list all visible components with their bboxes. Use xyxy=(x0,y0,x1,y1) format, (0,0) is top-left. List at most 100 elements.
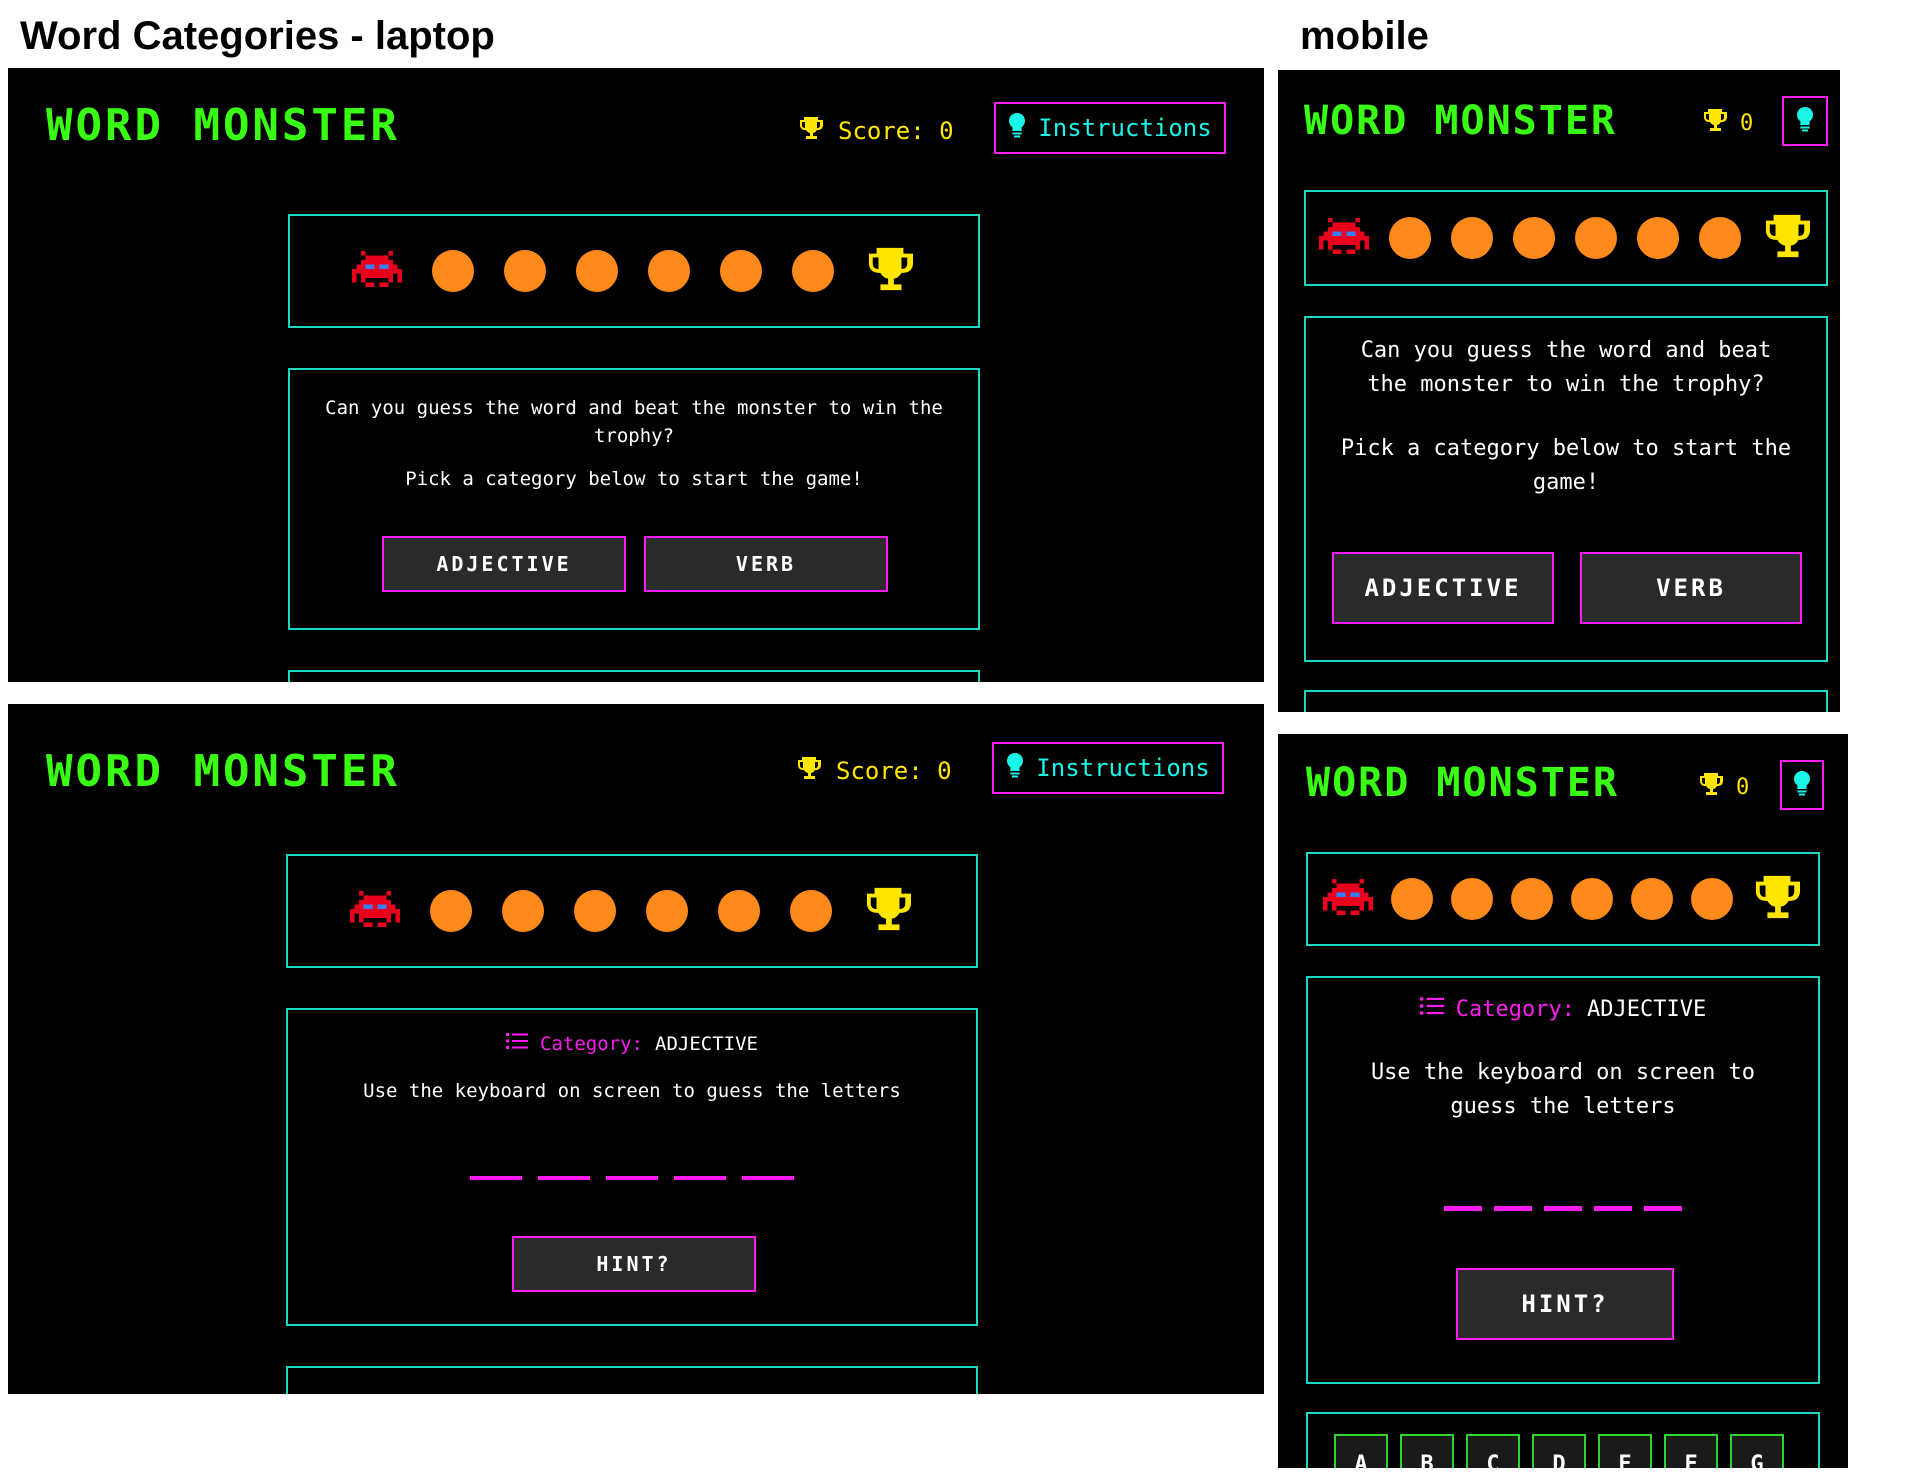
start-instruction-line-2: game! xyxy=(1532,470,1600,495)
pellet xyxy=(1699,217,1741,259)
list-icon xyxy=(506,1032,529,1055)
pellet xyxy=(1513,217,1555,259)
progress-track xyxy=(1304,190,1828,286)
lightbulb-icon xyxy=(1793,770,1811,800)
game-instruction: Use the keyboard on screen to guess the … xyxy=(363,1080,901,1102)
score-label: Score: 0 xyxy=(836,757,952,785)
app-logo: WORD MONSTER xyxy=(1304,98,1617,144)
trophy-icon xyxy=(1698,772,1724,802)
hint-button[interactable]: HINT? xyxy=(512,1236,756,1292)
key-f[interactable]: F xyxy=(1664,1434,1718,1468)
app-logo: WORD MONSTER xyxy=(46,100,400,151)
letter-blank xyxy=(1494,1206,1532,1211)
category-label: Category: xyxy=(540,1032,643,1055)
key-d[interactable]: D xyxy=(1532,1434,1586,1468)
pellet xyxy=(790,890,832,932)
space-invader-monster-icon xyxy=(1323,877,1373,921)
score-value: 0 xyxy=(1736,774,1750,800)
pellet xyxy=(1391,878,1433,920)
lightbulb-icon xyxy=(1006,752,1024,784)
word-blanks xyxy=(288,1176,976,1180)
letter-blank xyxy=(1644,1206,1682,1211)
pellet xyxy=(1637,217,1679,259)
trophy-icon xyxy=(864,246,916,296)
verb-button[interactable]: VERB xyxy=(1580,552,1802,624)
pellet xyxy=(646,890,688,932)
keyboard-panel xyxy=(288,670,980,682)
key-a[interactable]: A xyxy=(1334,1434,1388,1468)
pellet xyxy=(1631,878,1673,920)
instructions-button[interactable] xyxy=(1782,96,1828,146)
game-panel: Category: ADJECTIVE Use the keyboard on … xyxy=(1306,976,1820,1384)
pellet xyxy=(504,250,546,292)
pellet xyxy=(432,250,474,292)
progress-row xyxy=(288,856,976,966)
hint-button[interactable]: HINT? xyxy=(1456,1268,1674,1340)
pellet xyxy=(574,890,616,932)
start-instruction: Pick a category below to start the game! xyxy=(405,468,863,490)
trophy-icon xyxy=(1761,213,1813,263)
pellet xyxy=(1451,217,1493,259)
trophy-icon xyxy=(862,886,914,936)
instructions-button[interactable] xyxy=(1780,760,1824,810)
app-logo: WORD MONSTER xyxy=(1306,760,1619,806)
pellet xyxy=(430,890,472,932)
key-b[interactable]: B xyxy=(1400,1434,1454,1468)
score-label: Score: 0 xyxy=(838,117,954,145)
trophy-icon xyxy=(796,756,822,786)
laptop-start-screen: WORD MONSTER Score: 0 Instructions Can y… xyxy=(8,68,1264,682)
game-instruction-line-2: guess the letters xyxy=(1450,1094,1676,1119)
app-logo: WORD MONSTER xyxy=(46,746,400,797)
laptop-heading: Word Categories - laptop xyxy=(20,14,495,58)
keyboard-panel: A B C D E F G xyxy=(1306,1412,1820,1468)
adjective-button[interactable]: ADJECTIVE xyxy=(1332,552,1554,624)
letter-blank xyxy=(1444,1206,1482,1211)
mobile-game-screen: WORD MONSTER 0 Category: ADJECTIVE Use t… xyxy=(1278,734,1848,1468)
progress-track xyxy=(288,214,980,328)
pellet xyxy=(576,250,618,292)
trophy-icon xyxy=(1751,874,1803,924)
start-instruction-line-1: Pick a category below to start the xyxy=(1340,436,1792,461)
keyboard-panel xyxy=(286,1366,978,1394)
score-display: 0 xyxy=(1698,772,1749,802)
pellet xyxy=(1389,217,1431,259)
score-display: Score: 0 xyxy=(796,756,952,786)
score-display: 0 xyxy=(1702,108,1753,138)
letter-blank xyxy=(742,1176,794,1180)
verb-button[interactable]: VERB xyxy=(644,536,888,592)
pellet xyxy=(1511,878,1553,920)
score-display: Score: 0 xyxy=(798,116,954,146)
key-g[interactable]: G xyxy=(1730,1434,1784,1468)
game-instruction-line-1: Use the keyboard on screen to xyxy=(1370,1060,1756,1085)
instructions-button[interactable]: Instructions xyxy=(992,742,1224,794)
space-invader-monster-icon xyxy=(350,889,400,933)
key-e[interactable]: E xyxy=(1598,1434,1652,1468)
pellet xyxy=(718,890,760,932)
pellet xyxy=(792,250,834,292)
category-line: Category: ADJECTIVE xyxy=(288,1032,976,1055)
progress-row xyxy=(1308,854,1818,944)
adjective-button[interactable]: ADJECTIVE xyxy=(382,536,626,592)
mobile-heading: mobile xyxy=(1300,14,1429,58)
list-icon xyxy=(1419,996,1444,1022)
start-panel: Can you guess the word and beat the mons… xyxy=(1304,316,1828,662)
trophy-icon xyxy=(798,116,824,146)
lightbulb-icon xyxy=(1796,106,1814,136)
progress-track xyxy=(286,854,978,968)
lightbulb-icon xyxy=(1008,112,1026,144)
pellet xyxy=(720,250,762,292)
pellet xyxy=(1691,878,1733,920)
game-panel: Category: ADJECTIVE Use the keyboard on … xyxy=(286,1008,978,1326)
letter-blank xyxy=(674,1176,726,1180)
pellet xyxy=(648,250,690,292)
instructions-label: Instructions xyxy=(1038,114,1212,142)
instructions-label: Instructions xyxy=(1036,754,1210,782)
pellet xyxy=(502,890,544,932)
category-label: Category: xyxy=(1455,996,1575,1022)
space-invader-monster-icon xyxy=(352,249,402,293)
start-panel: Can you guess the word and beat the mons… xyxy=(288,368,980,630)
key-c[interactable]: C xyxy=(1466,1434,1520,1468)
instructions-button[interactable]: Instructions xyxy=(994,102,1226,154)
letter-blank xyxy=(606,1176,658,1180)
letter-blank xyxy=(538,1176,590,1180)
